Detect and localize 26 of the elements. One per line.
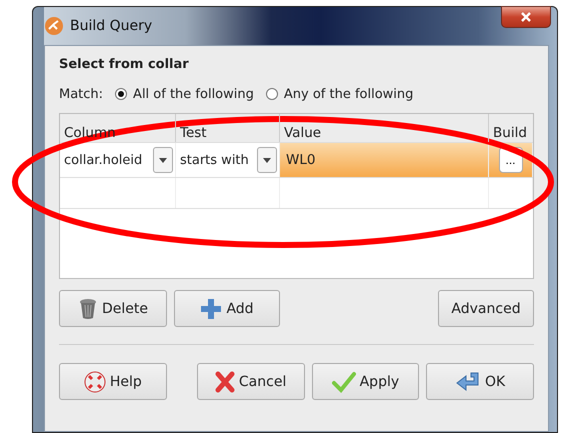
trash-icon — [78, 298, 98, 320]
table-row[interactable]: collar.holeid starts with WL0 ... — [60, 143, 533, 178]
value-cell[interactable]: WL0 — [280, 143, 489, 177]
app-icon — [44, 16, 64, 36]
close-button[interactable] — [501, 6, 551, 28]
radio-option[interactable]: All of the following — [115, 86, 254, 102]
dialog-button[interactable]: Help — [59, 363, 167, 400]
column-header[interactable]: Build — [489, 114, 533, 142]
radio-option[interactable]: Any of the following — [266, 86, 414, 102]
dialog-button[interactable]: Add — [174, 290, 280, 327]
section-heading: Select from collar — [59, 57, 190, 74]
window-title: Build Query — [70, 18, 152, 34]
dialog-button[interactable]: Advanced — [438, 290, 534, 327]
dialog-button[interactable]: OK — [426, 363, 534, 400]
match-label: Match: — [59, 86, 104, 102]
column-header[interactable]: Value — [280, 114, 489, 142]
column-header[interactable]: Test — [176, 114, 280, 142]
dialog-button[interactable]: Delete — [59, 290, 167, 327]
close-icon — [520, 11, 532, 23]
lifebuoy-icon — [84, 370, 106, 392]
dialog-button[interactable]: Apply — [312, 363, 420, 400]
return-arrow-icon — [455, 370, 482, 392]
check-icon — [332, 370, 356, 392]
dialog-button[interactable]: Cancel — [196, 363, 304, 400]
cross-icon — [214, 370, 235, 392]
plus-icon — [200, 298, 222, 320]
